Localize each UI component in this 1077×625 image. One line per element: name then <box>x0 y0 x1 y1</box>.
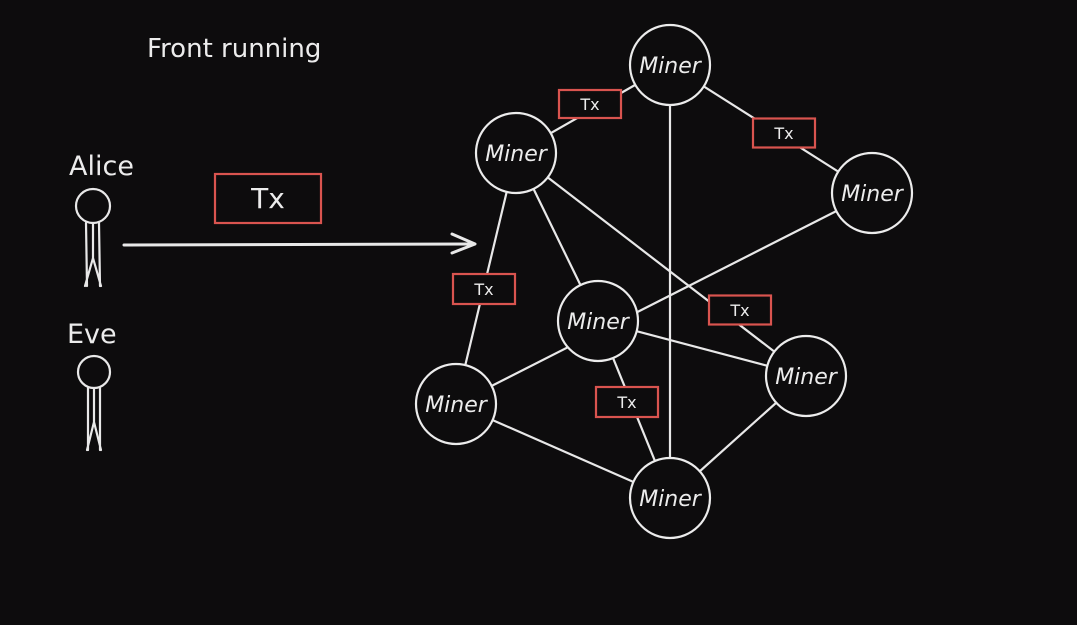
tx-box-m1-m2: Tx <box>557 88 623 120</box>
incoming-tx: Tx <box>122 172 477 255</box>
tx-box-m1-m3: Tx <box>751 117 817 149</box>
miner-label: Miner <box>567 310 631 335</box>
arrow-icon <box>122 232 477 255</box>
miner-node-m4: Miner <box>556 279 640 363</box>
person-eve: Eve <box>67 319 117 452</box>
miner-label: Miner <box>425 393 489 418</box>
miner-node-m7: Miner <box>628 456 712 540</box>
incoming-tx-label: Tx <box>250 182 285 215</box>
tx-box-label: Tx <box>773 124 793 143</box>
miner-label: Miner <box>639 487 703 512</box>
miner-node-m1: Miner <box>628 23 712 107</box>
miner-node-m2: Miner <box>474 111 558 195</box>
eve-label: Eve <box>67 319 117 350</box>
tx-box-m2-m6: Tx <box>707 294 773 326</box>
miner-label: Miner <box>639 54 703 79</box>
miner-label: Miner <box>775 365 839 390</box>
tx-box-label: Tx <box>616 393 636 412</box>
person-alice: Alice <box>69 151 134 288</box>
alice-stick-figure-icon <box>74 187 112 288</box>
miner-label: Miner <box>841 182 905 207</box>
tx-box-m4-m7: Tx <box>594 385 660 419</box>
tx-box-label: Tx <box>473 280 493 299</box>
miner-node-m6: Miner <box>764 334 848 418</box>
eve-stick-figure-icon <box>76 354 112 452</box>
diagram-title: Front running <box>147 34 321 64</box>
miner-node-m5: Miner <box>414 362 498 446</box>
miner-label: Miner <box>485 142 549 167</box>
tx-box-m2-m5: Tx <box>451 272 517 306</box>
miner-node-m3: Miner <box>830 151 914 235</box>
front-running-diagram: Front running Alice Eve Tx Tx Tx Tx Tx Tx Mi… <box>67 23 914 540</box>
edge-m2-m6 <box>514 151 808 378</box>
tx-box-label: Tx <box>579 95 599 114</box>
alice-label: Alice <box>69 151 134 182</box>
tx-box-label: Tx <box>729 301 749 320</box>
